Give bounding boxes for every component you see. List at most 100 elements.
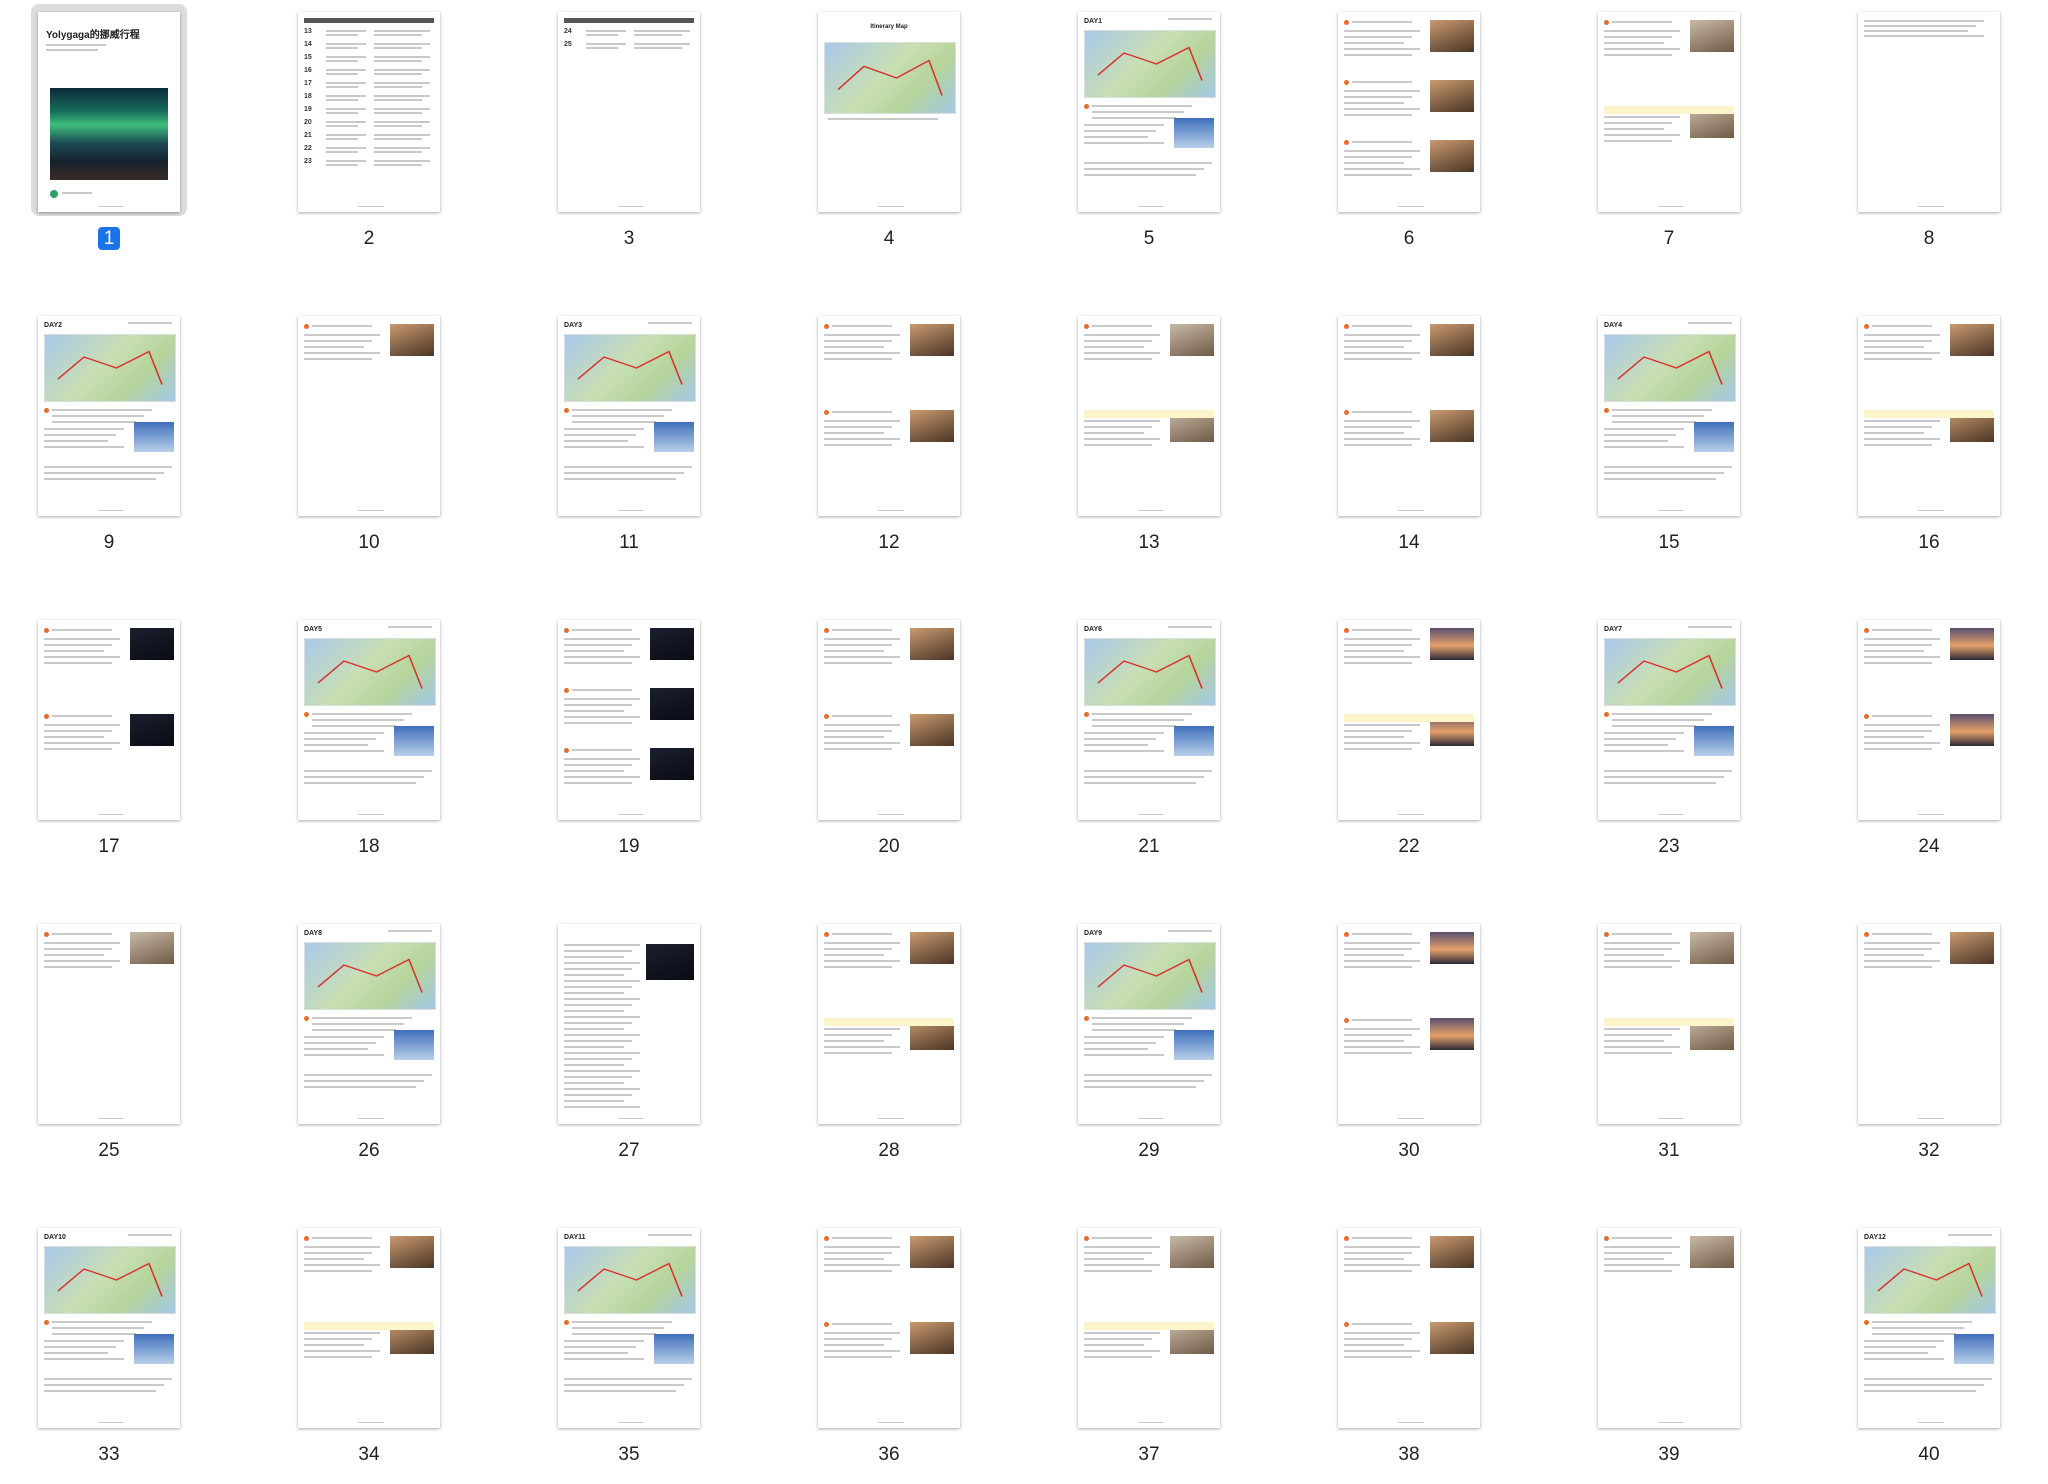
page-preview[interactable]	[1858, 316, 2000, 516]
route-line	[57, 1262, 163, 1297]
page-thumbnail[interactable]: DAY12 40	[1829, 1224, 2029, 1484]
page-thumbnail[interactable]: 30	[1309, 920, 1509, 1180]
page-preview[interactable]: DAY8	[298, 924, 440, 1124]
page-thumbnail[interactable]: 36	[789, 1224, 989, 1484]
page-preview[interactable]: 13 14 15 16 17 18 19 20 21 22 23	[298, 12, 440, 212]
page-thumbnail[interactable]: 28	[789, 920, 989, 1180]
page-preview[interactable]	[1338, 12, 1480, 212]
page-preview[interactable]	[1598, 924, 1740, 1124]
page-thumbnail[interactable]: 6	[1309, 8, 1509, 268]
page-preview[interactable]: DAY7	[1598, 620, 1740, 820]
page-thumbnail[interactable]: 10	[269, 312, 469, 572]
page-preview[interactable]: Itinerary Map	[818, 12, 960, 212]
page-preview[interactable]	[1338, 1228, 1480, 1428]
page-thumbnail[interactable]: 24 25 3	[529, 8, 729, 268]
page-preview[interactable]	[1078, 316, 1220, 516]
page-thumbnail[interactable]: DAY1 5	[1049, 8, 1249, 268]
page-thumbnail[interactable]: 13	[1049, 312, 1249, 572]
table-header	[564, 18, 694, 23]
page-preview[interactable]: DAY5	[298, 620, 440, 820]
page-number-label: 10	[269, 532, 469, 554]
page-footer	[1398, 206, 1424, 207]
page-preview[interactable]	[1338, 316, 1480, 516]
text-line	[1344, 1350, 1420, 1352]
page-preview[interactable]	[558, 620, 700, 820]
page-thumbnail[interactable]: 7	[1569, 8, 1769, 268]
page-preview[interactable]	[818, 1228, 960, 1428]
page-preview[interactable]: DAY3	[558, 316, 700, 516]
page-thumbnail[interactable]: DAY11 35	[529, 1224, 729, 1484]
page-thumbnail[interactable]: DAY4 15	[1569, 312, 1769, 572]
page-thumbnail[interactable]: DAY9 29	[1049, 920, 1249, 1180]
photo	[646, 944, 694, 980]
page-preview[interactable]	[818, 316, 960, 516]
page-thumbnail[interactable]: DAY3 11	[529, 312, 729, 572]
page-thumbnail[interactable]: 14	[1309, 312, 1509, 572]
text-line	[832, 933, 892, 935]
page-thumbnail[interactable]: 32	[1829, 920, 2029, 1180]
page-preview[interactable]: DAY1	[1078, 12, 1220, 212]
page-number-label: 16	[1829, 532, 2029, 554]
page-thumbnail[interactable]: 19	[529, 616, 729, 876]
page-preview[interactable]: DAY6	[1078, 620, 1220, 820]
page-thumbnail[interactable]: 34	[269, 1224, 469, 1484]
page-thumbnail[interactable]: Itinerary Map 4	[789, 8, 989, 268]
page-preview[interactable]: 24 25	[558, 12, 700, 212]
text-line	[824, 966, 892, 968]
page-thumbnail[interactable]: 16	[1829, 312, 2029, 572]
page-thumbnail[interactable]: 31	[1569, 920, 1769, 1180]
day-number: 17	[304, 80, 312, 87]
page-thumbnail[interactable]: 8	[1829, 8, 2029, 268]
page-thumbnail[interactable]: DAY8 26	[269, 920, 469, 1180]
page-number-text: 30	[1398, 1140, 1420, 1161]
photo	[1430, 324, 1474, 356]
page-preview[interactable]: DAY11	[558, 1228, 700, 1428]
page-thumbnail[interactable]: 22	[1309, 616, 1509, 876]
page-preview[interactable]: DAY10	[38, 1228, 180, 1428]
page-thumbnail[interactable]: 38	[1309, 1224, 1509, 1484]
page-preview[interactable]	[1338, 924, 1480, 1124]
page-thumbnail[interactable]: DAY2 9	[9, 312, 209, 572]
page-preview[interactable]	[558, 924, 700, 1124]
text-line	[326, 99, 358, 101]
page-thumbnail[interactable]: DAY6 21	[1049, 616, 1249, 876]
page-thumbnail[interactable]: DAY10 33	[9, 1224, 209, 1484]
page-thumbnail[interactable]: 39	[1569, 1224, 1769, 1484]
page-preview[interactable]	[1598, 1228, 1740, 1428]
page-preview[interactable]: DAY4	[1598, 316, 1740, 516]
page-preview[interactable]	[818, 924, 960, 1124]
page-preview[interactable]	[298, 1228, 440, 1428]
page-thumbnail[interactable]: 13 14 15 16 17 18 19 20 21 22 23 2	[269, 8, 469, 268]
photo	[1694, 726, 1734, 756]
page-thumbnail[interactable]: DAY5 18	[269, 616, 469, 876]
page-preview[interactable]	[1858, 924, 2000, 1124]
page-thumbnail[interactable]: DAY7 23	[1569, 616, 1769, 876]
text-line	[374, 160, 430, 162]
text-line	[1344, 662, 1412, 664]
page-preview[interactable]	[818, 620, 960, 820]
page-preview[interactable]	[298, 316, 440, 516]
page-thumbnail[interactable]: 17	[9, 616, 209, 876]
page-thumbnail[interactable]: 25	[9, 920, 209, 1180]
page-preview[interactable]	[1598, 12, 1740, 212]
text-line	[1864, 1378, 1992, 1380]
page-preview[interactable]	[1078, 1228, 1220, 1428]
page-thumbnail[interactable]: 12	[789, 312, 989, 572]
page-footer	[1918, 1118, 1944, 1119]
page-thumbnail[interactable]: Yolygaga的挪威行程 1	[9, 4, 209, 268]
page-preview[interactable]: DAY9	[1078, 924, 1220, 1124]
page-preview[interactable]: Yolygaga的挪威行程	[38, 12, 180, 212]
page-thumbnail[interactable]: 37	[1049, 1224, 1249, 1484]
page-preview[interactable]	[1858, 12, 2000, 212]
page-preview[interactable]: DAY12	[1858, 1228, 2000, 1428]
page-thumbnail[interactable]: 27	[529, 920, 729, 1180]
page-preview[interactable]	[38, 924, 180, 1124]
page-preview[interactable]	[38, 620, 180, 820]
page-thumbnail[interactable]: 20	[789, 616, 989, 876]
page-preview[interactable]	[1338, 620, 1480, 820]
page-number-text: 24	[1918, 836, 1940, 857]
page-preview[interactable]: DAY2	[38, 316, 180, 516]
page-preview[interactable]	[1858, 620, 2000, 820]
page-thumbnail[interactable]: 24	[1829, 616, 2029, 876]
text-line	[44, 1346, 116, 1348]
